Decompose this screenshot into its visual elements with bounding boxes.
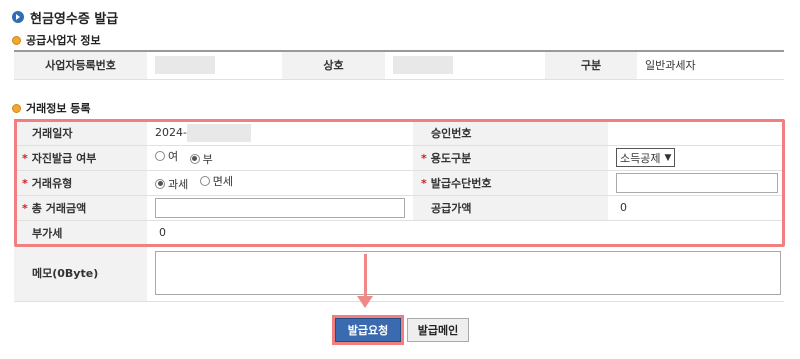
supplier-info-table: 사업자등록번호 상호 구분 일반과세자 bbox=[14, 50, 784, 80]
total-label: * 총 거래금액 bbox=[14, 195, 147, 221]
purpose-label: * 용도구분 bbox=[413, 145, 608, 171]
tx-type-radios: 과세 면세 bbox=[147, 170, 413, 196]
supplier-section-title: 공급사업자 정보 bbox=[26, 34, 101, 47]
supply-label-text: 공급가액 bbox=[431, 201, 472, 215]
means-label-text: 발급수단번호 bbox=[430, 176, 492, 190]
vat-label-text: 부가세 bbox=[32, 226, 63, 240]
date-label: 거래일자 bbox=[14, 120, 147, 146]
transaction-section-header: 거래정보 등록 bbox=[12, 100, 91, 116]
required-mark: * bbox=[421, 176, 427, 190]
purpose-label-text: 용도구분 bbox=[430, 151, 472, 165]
arrow-down-icon bbox=[357, 296, 373, 308]
total-label-text: 총 거래금액 bbox=[31, 201, 87, 215]
radio-label: 과세 bbox=[168, 177, 189, 191]
radio-label: 부 bbox=[202, 152, 213, 166]
type-label: 구분 bbox=[545, 51, 637, 80]
supplier-section-header: 공급사업자 정보 bbox=[12, 32, 101, 48]
memo-label: 메모(0Byte) bbox=[14, 245, 147, 302]
circle-arrow-icon bbox=[12, 11, 24, 23]
required-mark: * bbox=[22, 201, 28, 215]
approval-label-text: 승인번호 bbox=[431, 126, 472, 140]
purpose-select[interactable]: 소득공제 ▼ bbox=[616, 148, 676, 167]
transaction-form-table: 거래일자 2024- 승인번호 * 자진발급 여부 여 부 * 용도구분 소득공제 ▼… bbox=[14, 119, 784, 302]
vat-value: 0 bbox=[147, 220, 784, 246]
radio-circle-icon[interactable] bbox=[199, 176, 210, 187]
vat-label: 부가세 bbox=[14, 220, 147, 246]
radio-checked-icon[interactable] bbox=[155, 178, 165, 189]
required-mark: * bbox=[22, 151, 28, 165]
self-issue-radio-yes[interactable]: 여 bbox=[155, 148, 178, 164]
required-mark: * bbox=[22, 176, 28, 190]
bullet-icon bbox=[12, 35, 21, 45]
tx-type-label: * 거래유형 bbox=[14, 170, 147, 196]
supply-label: 공급가액 bbox=[413, 195, 608, 221]
total-amount-input[interactable] bbox=[155, 197, 405, 218]
pointer-arrow-line bbox=[364, 254, 367, 298]
page-title-text: 현금영수증 발급 bbox=[30, 11, 119, 27]
bullet-icon bbox=[12, 103, 21, 113]
purpose-value: 소득공제 ▼ bbox=[608, 145, 784, 171]
date-value-text: 2024- bbox=[155, 125, 187, 139]
total-value bbox=[147, 195, 413, 221]
self-issue-label-text: 자진발급 여부 bbox=[31, 151, 97, 165]
radio-checked-icon[interactable] bbox=[189, 153, 200, 164]
chevron-down-icon: ▼ bbox=[664, 152, 672, 163]
radio-label: 여 bbox=[168, 150, 179, 164]
redacted-block bbox=[393, 56, 453, 75]
page-title: 현금영수증 발급 bbox=[12, 8, 119, 27]
means-number-input[interactable] bbox=[616, 172, 778, 193]
transaction-section-title: 거래정보 등록 bbox=[26, 102, 91, 115]
name-value bbox=[385, 51, 545, 80]
approval-value bbox=[608, 120, 784, 146]
redacted-block bbox=[155, 56, 215, 75]
self-issue-label: * 자진발급 여부 bbox=[14, 145, 147, 171]
means-value bbox=[608, 170, 784, 196]
tx-type-radio-taxable[interactable]: 과세 bbox=[155, 176, 188, 192]
self-issue-radio-no[interactable]: 부 bbox=[189, 151, 213, 167]
type-value: 일반과세자 bbox=[637, 51, 784, 80]
tx-type-radio-exempt[interactable]: 면세 bbox=[199, 173, 233, 189]
self-issue-radios: 여 부 bbox=[147, 145, 413, 171]
approval-label: 승인번호 bbox=[413, 120, 608, 146]
supply-value: 0 bbox=[608, 195, 784, 221]
date-value: 2024- bbox=[147, 120, 413, 146]
memo-value bbox=[147, 245, 784, 302]
purpose-select-value: 소득공제 bbox=[620, 151, 661, 165]
issue-request-button[interactable]: 발급요청 bbox=[332, 315, 404, 345]
biz-no-value bbox=[147, 51, 282, 80]
biz-no-label: 사업자등록번호 bbox=[14, 51, 147, 80]
date-label-text: 거래일자 bbox=[32, 126, 73, 140]
tx-type-label-text: 거래유형 bbox=[31, 176, 73, 190]
means-label: * 발급수단번호 bbox=[413, 170, 608, 196]
required-mark: * bbox=[421, 151, 427, 165]
name-label: 상호 bbox=[282, 51, 385, 80]
issue-main-button[interactable]: 발급메인 bbox=[407, 318, 469, 342]
redacted-block bbox=[186, 123, 251, 142]
memo-textarea[interactable] bbox=[155, 251, 781, 295]
memo-label-text: 메모(0Byte) bbox=[32, 267, 99, 280]
radio-circle-icon[interactable] bbox=[155, 151, 165, 162]
radio-label: 면세 bbox=[212, 175, 233, 189]
